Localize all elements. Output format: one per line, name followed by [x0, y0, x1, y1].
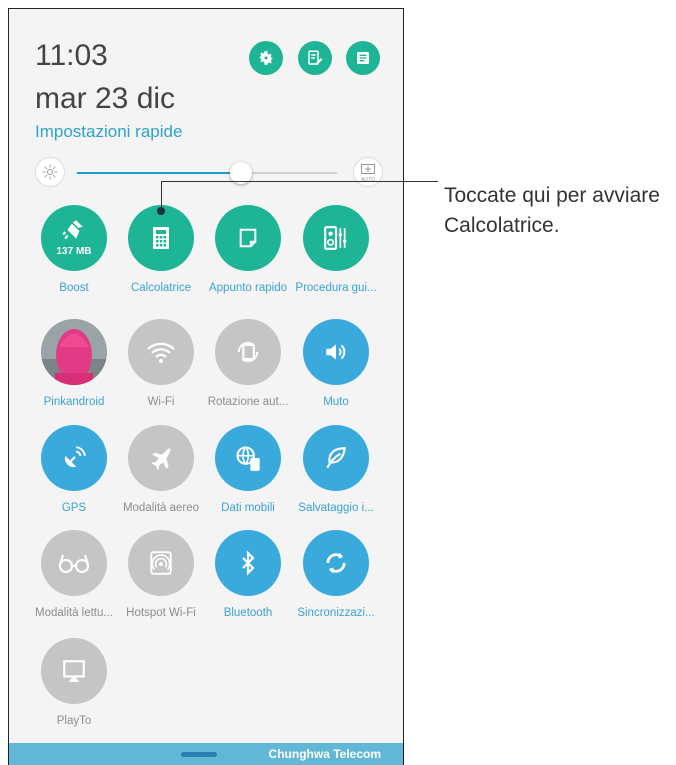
tile-button[interactable] — [215, 319, 281, 385]
tile-rotazione-aut[interactable]: Rotazione aut... — [204, 319, 292, 408]
bottom-bar: Chunghwa Telecom — [9, 743, 403, 765]
tile-button[interactable] — [41, 638, 107, 704]
tile-button[interactable] — [128, 530, 194, 596]
clock-date: mar 23 dic — [35, 82, 176, 115]
tile-calcolatrice[interactable]: Calcolatrice — [117, 205, 205, 294]
brightness-track[interactable] — [77, 162, 337, 184]
tile-button[interactable] — [41, 530, 107, 596]
callout-line-1: Toccate qui per avviare — [444, 184, 660, 207]
tile-modalit-lettu[interactable]: Modalità lettu... — [30, 530, 118, 619]
tile-gps[interactable]: GPS — [30, 425, 118, 514]
brightness-icon — [35, 157, 65, 187]
callout-line-2: Calcolatrice. — [444, 214, 560, 237]
tile-playto[interactable]: PlayTo — [30, 638, 118, 727]
sync-icon — [322, 549, 350, 577]
quick-settings-title: Impostazioni rapide — [35, 122, 183, 141]
tile-appunto-rapido[interactable]: Appunto rapido — [204, 205, 292, 294]
mobile-data-icon — [234, 444, 262, 472]
tile-wi-fi[interactable]: Wi-Fi — [117, 319, 205, 408]
tile-salvataggio-i[interactable]: Salvataggio i... — [292, 425, 380, 514]
gear-icon — [259, 51, 273, 65]
tile-pinkandroid[interactable]: Pinkandroid — [30, 319, 118, 408]
drag-handle[interactable] — [181, 752, 217, 757]
broom-icon — [61, 217, 87, 243]
tile-button[interactable] — [128, 319, 194, 385]
tile-label: Bluetooth — [223, 607, 273, 619]
callout-text: Toccate qui per avviare Calcolatrice. — [444, 181, 660, 241]
rotation-icon — [234, 338, 262, 366]
settings-button[interactable] — [249, 41, 283, 75]
notes-button[interactable] — [346, 41, 380, 75]
tile-label: GPS — [61, 502, 87, 514]
auto-brightness-icon — [361, 163, 375, 174]
tile-sincronizzazi[interactable]: Sincronizzazi... — [292, 530, 380, 619]
tile-label: Wi-Fi — [147, 396, 175, 408]
tile-button[interactable] — [303, 530, 369, 596]
tile-label: Modalità aereo — [122, 502, 200, 514]
tile-button[interactable] — [41, 425, 107, 491]
tile-label: PlayTo — [56, 715, 92, 727]
tile-button[interactable] — [215, 205, 281, 271]
tile-label: Pinkandroid — [43, 396, 105, 408]
tile-button[interactable] — [303, 319, 369, 385]
callout-line-vertical — [161, 181, 162, 209]
note-icon — [237, 227, 259, 249]
airplane-icon — [148, 445, 174, 471]
clock-time: 11:03 — [35, 39, 108, 72]
tile-button[interactable] — [41, 319, 107, 385]
carrier-name: Chunghwa Telecom — [268, 747, 381, 761]
tile-button[interactable] — [215, 530, 281, 596]
calculator-icon — [151, 226, 171, 250]
tile-button[interactable] — [215, 425, 281, 491]
tile-hotspot-wi-fi[interactable]: Hotspot Wi-Fi — [117, 530, 205, 619]
leaf-icon — [323, 445, 349, 471]
gps-icon — [61, 445, 87, 471]
tile-label: Sincronizzazi... — [297, 607, 375, 619]
tile-label: Modalità lettu... — [35, 607, 113, 619]
tile-label: Dati mobili — [221, 502, 275, 514]
edit-list-icon — [308, 50, 323, 65]
wifi-icon — [146, 340, 176, 364]
tile-label: Appunto rapido — [208, 282, 287, 294]
glasses-icon — [58, 552, 90, 574]
callout-line-horizontal — [161, 181, 438, 182]
brightness-fill — [77, 172, 241, 174]
quick-settings-panel: 11:03 mar 23 dic Impostazioni rapide AUT… — [8, 8, 404, 765]
tile-label: Salvataggio i... — [298, 502, 374, 514]
tile-label: Muto — [323, 396, 349, 408]
tile-dati-mobili[interactable]: Dati mobili — [204, 425, 292, 514]
hotspot-icon — [148, 550, 174, 576]
notes-icon — [357, 52, 369, 64]
tile-button[interactable] — [303, 425, 369, 491]
tile-label: Calcolatrice — [130, 282, 192, 294]
tile-modalit-aereo[interactable]: Modalità aereo — [117, 425, 205, 514]
playto-icon — [61, 658, 87, 684]
bluetooth-icon — [236, 550, 260, 576]
tile-label: Hotspot Wi-Fi — [126, 607, 196, 619]
tile-muto[interactable]: Muto — [292, 319, 380, 408]
tile-procedura-gui[interactable]: Procedura gui... — [292, 205, 380, 294]
tile-label: Boost — [59, 282, 89, 294]
tile-button[interactable] — [303, 205, 369, 271]
speaker-icon — [323, 339, 349, 365]
auto-brightness-toggle[interactable]: AUTO — [353, 157, 383, 187]
tile-bluetooth[interactable]: Bluetooth — [204, 530, 292, 619]
tile-label: Procedura gui... — [295, 282, 377, 294]
brightness-slider[interactable]: AUTO — [31, 157, 383, 191]
memory-badge: 137 MB — [56, 246, 92, 257]
avatar — [41, 319, 107, 385]
tile-boost[interactable]: 137 MB Boost — [30, 205, 118, 294]
edit-tiles-button[interactable] — [298, 41, 332, 75]
tile-label: Rotazione aut... — [207, 396, 289, 408]
tile-button[interactable] — [128, 425, 194, 491]
speaker-eq-icon — [323, 225, 349, 251]
tile-button[interactable]: 137 MB — [41, 205, 107, 271]
